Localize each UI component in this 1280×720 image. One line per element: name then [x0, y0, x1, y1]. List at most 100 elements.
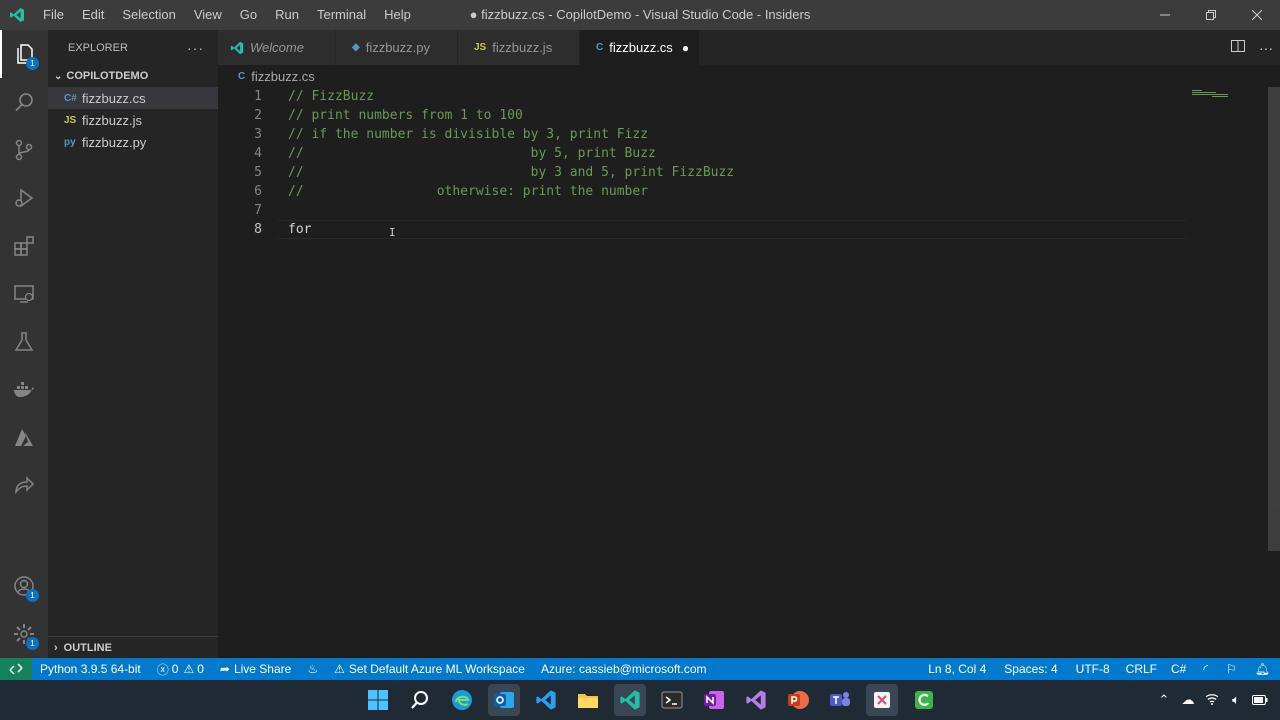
restore-button[interactable]: [1188, 0, 1234, 30]
search-icon: [411, 691, 428, 709]
taskbar-vscode[interactable]: [530, 684, 562, 716]
minimize-button[interactable]: [1142, 0, 1188, 30]
python-interpreter[interactable]: Python 3.9.5 64-bit: [32, 662, 149, 676]
editor-tabs: Welcome ◆ fizzbuzz.py JS fizzbuzz.js C f…: [218, 30, 1280, 65]
extensions-button[interactable]: [0, 222, 48, 270]
taskbar-edge[interactable]: [446, 684, 478, 716]
taskbar-file-explorer[interactable]: [572, 684, 604, 716]
tab-fizzbuzz-py[interactable]: ◆ fizzbuzz.py: [336, 30, 458, 65]
close-button[interactable]: [1234, 0, 1280, 30]
remote-explorer-button[interactable]: [0, 270, 48, 318]
taskbar-onenote[interactable]: [698, 684, 730, 716]
run-debug-button[interactable]: [0, 174, 48, 222]
taskbar-camtasia[interactable]: [908, 684, 940, 716]
file-label: fizzbuzz.py: [82, 134, 147, 150]
problems-indicator[interactable]: ⓧ 0 ⚠ 0: [149, 661, 212, 678]
more-actions-icon[interactable]: ···: [187, 40, 204, 56]
taskbar-powerpoint[interactable]: [782, 684, 814, 716]
menu-edit[interactable]: Edit: [73, 0, 113, 30]
testing-button[interactable]: [0, 318, 48, 366]
battery-icon[interactable]: [1248, 693, 1272, 708]
split-editor-icon[interactable]: [1224, 39, 1252, 56]
docker-icon: [14, 382, 34, 397]
system-tray: ⌃ ☁ 🔈︎: [1152, 680, 1280, 720]
tab-label: fizzbuzz.py: [365, 40, 431, 55]
menu-run[interactable]: Run: [266, 0, 308, 30]
indentation[interactable]: Spaces: 4: [995, 662, 1066, 676]
onenote-icon: [704, 691, 724, 709]
azureml-status[interactable]: ⚠ Set Default Azure ML Workspace: [326, 662, 533, 676]
file-item-fizzbuzz-cs[interactable]: C# fizzbuzz.cs: [48, 87, 218, 109]
warning-icon: ⚠: [183, 662, 195, 676]
terminal-icon: [661, 691, 683, 709]
warning-count: 0: [197, 662, 204, 676]
taskbar-snipping-tool[interactable]: [866, 684, 898, 716]
code-editor[interactable]: 1 // FizzBuzz 2 // print numbers from 1 …: [218, 87, 1268, 658]
language-mode[interactable]: C#: [1164, 662, 1193, 676]
folder-icon: [578, 694, 598, 708]
live-share-icon: ➦: [219, 662, 230, 676]
loading-icon: ◜: [1203, 662, 1208, 676]
notifications-icon[interactable]: 🔔︎: [1245, 662, 1280, 676]
taskbar-visual-studio[interactable]: [740, 684, 772, 716]
vertical-scrollbar[interactable]: [1266, 87, 1280, 658]
taskbar-terminal[interactable]: [656, 684, 688, 716]
file-item-fizzbuzz-py[interactable]: py fizzbuzz.py: [48, 131, 218, 153]
python-file-icon: ◆: [352, 42, 360, 53]
menu-view[interactable]: View: [185, 0, 231, 30]
windows-taskbar: ⌃ ☁ 🔈︎: [0, 680, 1280, 720]
breadcrumb-file[interactable]: fizzbuzz.cs: [251, 69, 315, 84]
live-share-status[interactable]: ➦ Live Share: [212, 662, 299, 676]
line-text: // FizzBuzz: [288, 89, 375, 104]
start-button[interactable]: [362, 684, 394, 716]
menu-help[interactable]: Help: [375, 0, 420, 30]
vscode-icon: [536, 690, 556, 710]
feedback-icon[interactable]: ⚐: [1218, 662, 1245, 676]
azureml-label: Set Default Azure ML Workspace: [348, 662, 525, 676]
azure-account[interactable]: Azure: cassieb@microsoft.com: [533, 662, 715, 676]
menu-selection[interactable]: Selection: [113, 0, 184, 30]
cloud-icon[interactable]: ☁: [1176, 692, 1200, 708]
unsaved-dot-icon[interactable]: ●: [682, 41, 689, 55]
docker-button[interactable]: [0, 366, 48, 414]
menu-bar: File Edit Selection View Go Run Terminal…: [34, 0, 420, 30]
live-share-button[interactable]: [0, 462, 48, 510]
taskbar-outlook[interactable]: [488, 684, 520, 716]
file-item-fizzbuzz-js[interactable]: JS fizzbuzz.js: [48, 109, 218, 131]
encoding[interactable]: UTF-8: [1067, 662, 1119, 676]
line-text: // otherwise: print the number: [288, 184, 649, 199]
chevron-right-icon: ›: [54, 641, 58, 654]
wifi-icon[interactable]: [1200, 693, 1224, 708]
taskbar-teams[interactable]: [824, 684, 856, 716]
menu-go[interactable]: Go: [231, 0, 266, 30]
menu-terminal[interactable]: Terminal: [308, 0, 375, 30]
explorer-button[interactable]: 1: [0, 30, 48, 78]
vscode-insiders-icon: [620, 690, 640, 710]
taskbar-vscode-insiders[interactable]: [614, 684, 646, 716]
volume-icon[interactable]: 🔈︎: [1224, 692, 1248, 708]
source-control-button[interactable]: [0, 126, 48, 174]
end-of-line[interactable]: CRLF: [1119, 662, 1164, 676]
explorer-sidebar: EXPLORER ··· ⌄ COPILOTDEMO C# fizzbuzz.c…: [48, 30, 218, 658]
cursor-position[interactable]: Ln 8, Col 4: [919, 662, 995, 676]
line-number: 7: [254, 203, 262, 218]
scrollbar-thumb[interactable]: [1268, 87, 1280, 551]
manage-button[interactable]: 1: [0, 610, 48, 658]
edge-icon: [452, 690, 472, 710]
remote-indicator-button[interactable]: [0, 658, 32, 680]
menu-file[interactable]: File: [34, 0, 73, 30]
taskbar-search-button[interactable]: [404, 684, 436, 716]
flame-status[interactable]: ♨: [299, 662, 326, 676]
azure-button[interactable]: [0, 414, 48, 462]
tab-welcome[interactable]: Welcome: [218, 30, 336, 65]
outline-section[interactable]: › OUTLINE: [48, 636, 218, 658]
more-actions-icon[interactable]: ···: [1252, 40, 1280, 56]
tab-label: fizzbuzz.js: [492, 40, 553, 55]
tab-fizzbuzz-js[interactable]: JS fizzbuzz.js: [458, 30, 580, 65]
search-button[interactable]: [0, 78, 48, 126]
minimap[interactable]: [1190, 87, 1250, 97]
tab-fizzbuzz-cs[interactable]: C fizzbuzz.cs ●: [580, 30, 700, 65]
accounts-button[interactable]: 1: [0, 562, 48, 610]
chevron-up-icon[interactable]: ⌃: [1152, 692, 1176, 708]
folder-copilotdemo[interactable]: ⌄ COPILOTDEMO: [48, 65, 218, 87]
